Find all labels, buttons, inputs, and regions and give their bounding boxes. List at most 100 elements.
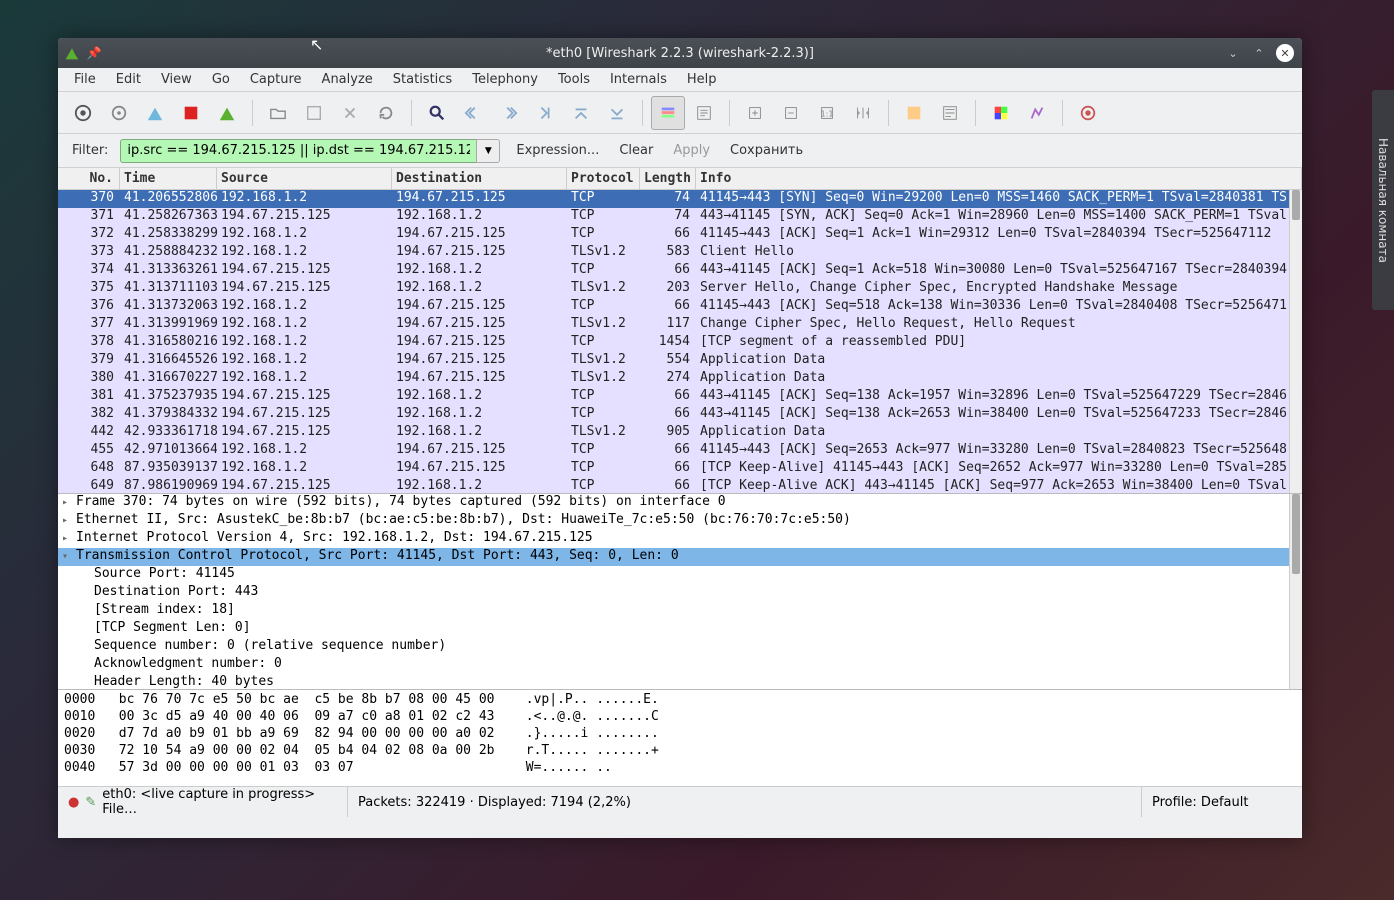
expression-button[interactable]: Expression... bbox=[512, 141, 603, 160]
detail-line[interactable]: [TCP Segment Len: 0] bbox=[58, 620, 1302, 638]
packet-row[interactable]: 37841.316580216192.168.1.2194.67.215.125… bbox=[58, 334, 1302, 352]
coloring-rules-icon[interactable] bbox=[984, 96, 1018, 130]
col-time[interactable]: Time bbox=[120, 168, 217, 189]
minimize-button[interactable]: ⌄ bbox=[1224, 44, 1242, 62]
packet-row[interactable]: 44242.933361718194.67.215.125192.168.1.2… bbox=[58, 424, 1302, 442]
display-filters-icon[interactable] bbox=[933, 96, 967, 130]
packet-row[interactable]: 37741.313991969192.168.1.2194.67.215.125… bbox=[58, 316, 1302, 334]
detail-line[interactable]: ▸Internet Protocol Version 4, Src: 192.1… bbox=[58, 530, 1302, 548]
capture-filters-icon[interactable] bbox=[897, 96, 931, 130]
detail-line[interactable]: Sequence number: 0 (relative sequence nu… bbox=[58, 638, 1302, 656]
window-title: *eth0 [Wireshark 2.2.3 (wireshark-2.2.3)… bbox=[178, 46, 1182, 61]
close-file-icon[interactable] bbox=[333, 96, 367, 130]
hex-line[interactable]: 0030 72 10 54 a9 00 00 02 04 05 b4 04 02… bbox=[64, 743, 1296, 760]
packet-row[interactable]: 38041.316670227192.168.1.2194.67.215.125… bbox=[58, 370, 1302, 388]
packet-row[interactable]: 37241.258338299192.168.1.2194.67.215.125… bbox=[58, 226, 1302, 244]
clear-button[interactable]: Clear bbox=[615, 141, 657, 160]
hex-line[interactable]: 0010 00 3c d5 a9 40 00 40 06 09 a7 c0 a8… bbox=[64, 709, 1296, 726]
filter-bar: Filter: ▼ Expression... Clear Apply Сохр… bbox=[58, 134, 1302, 168]
save-file-icon[interactable] bbox=[297, 96, 331, 130]
interfaces-icon[interactable] bbox=[66, 96, 100, 130]
hex-line[interactable]: 0040 57 3d 00 00 00 00 01 03 03 07 W=...… bbox=[64, 760, 1296, 777]
detail-line[interactable]: Header Length: 40 bytes bbox=[58, 674, 1302, 690]
hex-line[interactable]: 0020 d7 7d a0 b9 01 bb a9 69 82 94 00 00… bbox=[64, 726, 1296, 743]
apply-button[interactable]: Apply bbox=[669, 141, 714, 160]
packet-row[interactable]: 38141.375237935194.67.215.125192.168.1.2… bbox=[58, 388, 1302, 406]
zoom-out-icon[interactable] bbox=[774, 96, 808, 130]
status-profile[interactable]: Profile: Default bbox=[1152, 795, 1248, 810]
menu-tools[interactable]: Tools bbox=[548, 70, 600, 89]
go-back-icon[interactable] bbox=[456, 96, 490, 130]
start-capture-icon[interactable] bbox=[138, 96, 172, 130]
resize-columns-icon[interactable] bbox=[846, 96, 880, 130]
goto-packet-icon[interactable] bbox=[528, 96, 562, 130]
zoom-in-icon[interactable] bbox=[738, 96, 772, 130]
detail-line[interactable]: Acknowledgment number: 0 bbox=[58, 656, 1302, 674]
detail-line[interactable]: Source Port: 41145 bbox=[58, 566, 1302, 584]
maximize-button[interactable]: ⌃ bbox=[1250, 44, 1268, 62]
filter-dropdown[interactable]: ▼ bbox=[476, 139, 500, 163]
record-icon: ● bbox=[68, 795, 79, 810]
help-icon[interactable] bbox=[1071, 96, 1105, 130]
packet-details: ▸Frame 370: 74 bytes on wire (592 bits),… bbox=[58, 494, 1302, 690]
toolbar: 1:1 bbox=[58, 92, 1302, 134]
col-destination[interactable]: Destination bbox=[392, 168, 567, 189]
zoom-reset-icon[interactable]: 1:1 bbox=[810, 96, 844, 130]
packet-row[interactable]: 45542.971013664192.168.1.2194.67.215.125… bbox=[58, 442, 1302, 460]
detail-line[interactable]: ▸Frame 370: 74 bytes on wire (592 bits),… bbox=[58, 494, 1302, 512]
menu-view[interactable]: View bbox=[151, 70, 202, 89]
packet-row[interactable]: 38241.379384332194.67.215.125192.168.1.2… bbox=[58, 406, 1302, 424]
packet-row[interactable]: 37541.313711103194.67.215.125192.168.1.2… bbox=[58, 280, 1302, 298]
menu-internals[interactable]: Internals bbox=[600, 70, 677, 89]
status-capture: eth0: <live capture in progress> File… bbox=[102, 787, 337, 817]
packet-row[interactable]: 37641.313732063192.168.1.2194.67.215.125… bbox=[58, 298, 1302, 316]
reload-icon[interactable] bbox=[369, 96, 403, 130]
col-protocol[interactable]: Protocol bbox=[567, 168, 640, 189]
find-icon[interactable] bbox=[420, 96, 454, 130]
titlebar: 📌 *eth0 [Wireshark 2.2.3 (wireshark-2.2.… bbox=[58, 38, 1302, 68]
goto-first-icon[interactable] bbox=[564, 96, 598, 130]
detail-line[interactable]: ▸Ethernet II, Src: AsustekC_be:8b:b7 (bc… bbox=[58, 512, 1302, 530]
menu-telephony[interactable]: Telephony bbox=[462, 70, 548, 89]
packet-row[interactable]: 37341.258884232192.168.1.2194.67.215.125… bbox=[58, 244, 1302, 262]
packet-row[interactable]: 64887.935039137192.168.1.2194.67.215.125… bbox=[58, 460, 1302, 478]
hex-line[interactable]: 0000 bc 76 70 7c e5 50 bc ae c5 be 8b b7… bbox=[64, 692, 1296, 709]
pin-icon[interactable]: 📌 bbox=[86, 45, 102, 61]
packet-scrollbar[interactable] bbox=[1289, 190, 1302, 493]
packet-row[interactable]: 64987.986190969194.67.215.125192.168.1.2… bbox=[58, 478, 1302, 494]
autoscroll-icon[interactable] bbox=[687, 96, 721, 130]
menu-analyze[interactable]: Analyze bbox=[312, 70, 383, 89]
open-file-icon[interactable] bbox=[261, 96, 295, 130]
detail-line[interactable]: Destination Port: 443 bbox=[58, 584, 1302, 602]
options-icon[interactable] bbox=[102, 96, 136, 130]
packet-bytes: 0000 bc 76 70 7c e5 50 bc ae c5 be 8b b7… bbox=[58, 690, 1302, 786]
packet-row[interactable]: 37441.313363261194.67.215.125192.168.1.2… bbox=[58, 262, 1302, 280]
detail-line[interactable]: [Stream index: 18] bbox=[58, 602, 1302, 620]
detail-line[interactable]: ▾Transmission Control Protocol, Src Port… bbox=[58, 548, 1302, 566]
menu-edit[interactable]: Edit bbox=[106, 70, 151, 89]
menu-file[interactable]: File bbox=[64, 70, 106, 89]
menu-go[interactable]: Go bbox=[202, 70, 240, 89]
restart-capture-icon[interactable] bbox=[210, 96, 244, 130]
goto-last-icon[interactable] bbox=[600, 96, 634, 130]
preferences-icon[interactable] bbox=[1020, 96, 1054, 130]
menu-capture[interactable]: Capture bbox=[240, 70, 312, 89]
packet-row[interactable]: 37941.316645526192.168.1.2194.67.215.125… bbox=[58, 352, 1302, 370]
close-button[interactable]: ✕ bbox=[1276, 44, 1294, 62]
col-info[interactable]: Info bbox=[696, 168, 1302, 189]
packet-row[interactable]: 37041.206552806192.168.1.2194.67.215.125… bbox=[58, 190, 1302, 208]
colorize-icon[interactable] bbox=[651, 96, 685, 130]
side-panel-tab[interactable]: Навальная комната bbox=[1372, 90, 1394, 310]
stop-capture-icon[interactable] bbox=[174, 96, 208, 130]
col-length[interactable]: Length bbox=[640, 168, 696, 189]
save-filter-button[interactable]: Сохранить bbox=[726, 141, 807, 160]
details-scrollbar[interactable] bbox=[1289, 494, 1302, 689]
col-source[interactable]: Source bbox=[217, 168, 392, 189]
menu-help[interactable]: Help bbox=[677, 70, 727, 89]
menu-statistics[interactable]: Statistics bbox=[383, 70, 462, 89]
go-forward-icon[interactable] bbox=[492, 96, 526, 130]
filter-label: Filter: bbox=[72, 143, 108, 158]
col-no[interactable]: No. bbox=[58, 168, 120, 189]
packet-row[interactable]: 37141.258267363194.67.215.125192.168.1.2… bbox=[58, 208, 1302, 226]
filter-input[interactable] bbox=[120, 139, 476, 163]
